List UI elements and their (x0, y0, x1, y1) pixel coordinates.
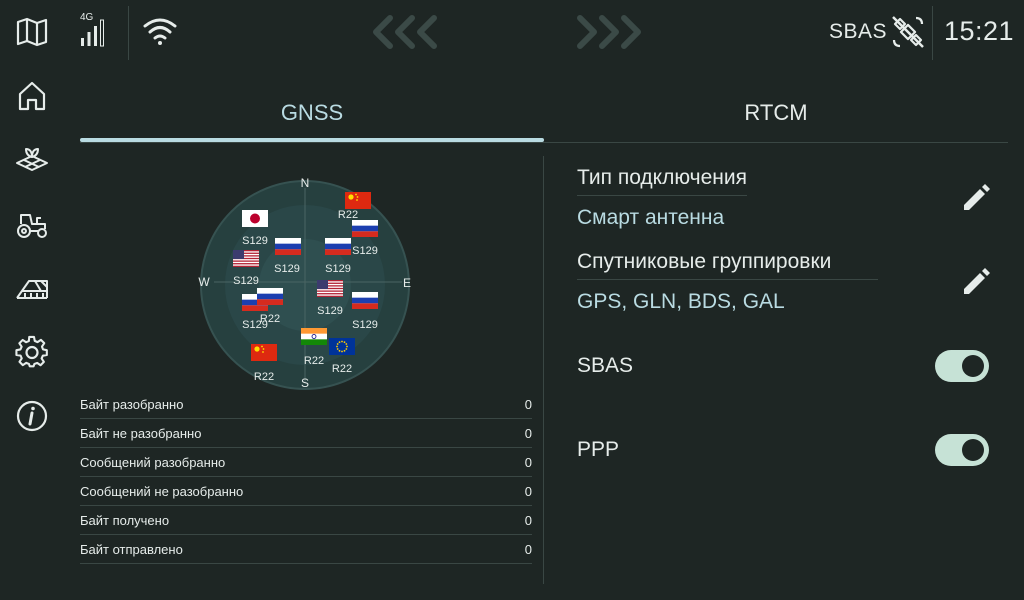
stat-row: Байт получено 0 (80, 506, 532, 535)
direction-east: E (403, 276, 411, 290)
satellite-label: S129 (325, 263, 351, 275)
triple-chevron-left-icon[interactable] (370, 12, 450, 52)
satellite-flag (251, 344, 277, 361)
constellations-value: GPS, GLN, BDS, GAL (577, 290, 785, 313)
tab-gnss[interactable]: GNSS (80, 86, 544, 144)
satellite-label: R22 (304, 355, 324, 367)
stat-value: 0 (524, 512, 532, 528)
connection-type-value: Смарт антенна (577, 206, 725, 229)
wifi-icon (143, 18, 177, 45)
satellite-flag (325, 238, 351, 255)
tractor-icon (17, 214, 47, 238)
info-icon (16, 400, 48, 432)
triple-chevron-right-icon[interactable] (572, 12, 652, 52)
sidebar-item-info[interactable] (12, 396, 52, 436)
stat-row: Сообщений не разобранно 0 (80, 477, 532, 506)
stats-list: Байт разобранно 0 Байт не разобранно 0 Соо… (80, 390, 532, 564)
gear-icon (15, 335, 48, 368)
edit-constellations-button[interactable] (958, 264, 994, 300)
sidebar-item-tractor[interactable] (12, 204, 52, 244)
toggle-knob (962, 439, 984, 461)
constellations-title: Спутниковые группировки (577, 250, 878, 280)
sbas-status-label: SBAS (829, 20, 888, 43)
implement-icon (16, 280, 48, 299)
stat-label: Байт разобранно (80, 396, 184, 412)
map-icon (16, 17, 48, 47)
tab-rtcm[interactable]: RTCM (544, 86, 1008, 144)
direction-north: N (301, 176, 310, 190)
sidebar (0, 0, 64, 600)
stat-label: Байт отправлено (80, 541, 183, 557)
home-icon (18, 81, 46, 111)
sidebar-item-map[interactable] (12, 12, 52, 52)
stat-row: Байт не разобранно 0 (80, 419, 532, 448)
satellite-label: S129 (274, 263, 300, 275)
stat-label: Байт получено (80, 512, 170, 528)
satellite-label: S129 (352, 245, 378, 257)
edit-connection-type-button[interactable] (958, 180, 994, 216)
satellite-flag (345, 192, 371, 209)
satellite-flag (352, 292, 378, 309)
active-tab-indicator (80, 138, 544, 142)
stat-label: Сообщений разобранно (80, 454, 226, 470)
satellite-flag (352, 220, 378, 237)
tab-label: RTCM (744, 100, 808, 125)
stat-row: Байт разобранно 0 (80, 390, 532, 419)
stat-value: 0 (524, 425, 532, 441)
sidebar-item-settings[interactable] (12, 332, 52, 372)
pencil-icon (964, 184, 990, 210)
ppp-toggle[interactable] (935, 434, 989, 466)
panel-divider (543, 156, 544, 584)
tab-bar-divider (80, 142, 1008, 143)
satellite-label: R22 (260, 313, 280, 325)
network-indicator: 4G (80, 12, 114, 48)
ppp-toggle-label: PPP (577, 438, 620, 461)
cellular-signal-icon (81, 19, 104, 47)
stat-row: Сообщений разобранно 0 (80, 448, 532, 477)
satellite-flag (233, 250, 259, 267)
stat-label: Сообщений не разобранно (80, 483, 244, 499)
sidebar-item-home[interactable] (12, 76, 52, 116)
sbas-toggle-label: SBAS (577, 354, 634, 377)
satellite-flag (301, 328, 327, 345)
sbas-toggle[interactable] (935, 350, 989, 382)
sidebar-item-implement[interactable] (12, 268, 52, 308)
toggle-knob (962, 355, 984, 377)
stat-value: 0 (524, 454, 532, 470)
sidebar-item-field[interactable] (12, 140, 52, 180)
direction-west: W (198, 275, 210, 289)
stat-value: 0 (524, 541, 532, 557)
satellite-flag (329, 338, 355, 355)
satellite-flag (275, 238, 301, 255)
satellite-label: R22 (332, 363, 352, 375)
status-bar: 4G SBAS 15:21 (64, 0, 1024, 64)
tab-label: GNSS (280, 100, 344, 125)
stat-value: 0 (524, 483, 532, 499)
status-divider (128, 6, 129, 60)
field-icon (16, 148, 48, 171)
stat-value: 0 (524, 396, 532, 412)
stat-label: Байт не разобранно (80, 425, 202, 441)
pencil-icon (964, 268, 990, 294)
satellite-flag (257, 288, 283, 305)
stat-row: Байт отправлено 0 (80, 535, 532, 564)
status-divider (932, 6, 933, 60)
satellite-skyplot: N E S W R22S129S129 S129S129S129S129S129S… (198, 176, 411, 390)
connection-type-title: Тип подключения (577, 166, 747, 196)
satellite-label: R22 (254, 371, 274, 383)
satellite-label: S129 (233, 275, 259, 287)
satellite-label: R22 (338, 209, 358, 221)
clock: 15:21 (944, 16, 1015, 46)
direction-south: S (301, 376, 309, 390)
satellite-off-icon (892, 16, 924, 48)
satellite-label: S129 (242, 235, 268, 247)
satellite-flag (242, 210, 268, 227)
satellite-flag (317, 280, 343, 297)
satellite-label: S129 (352, 319, 378, 331)
satellite-label: S129 (317, 305, 343, 317)
